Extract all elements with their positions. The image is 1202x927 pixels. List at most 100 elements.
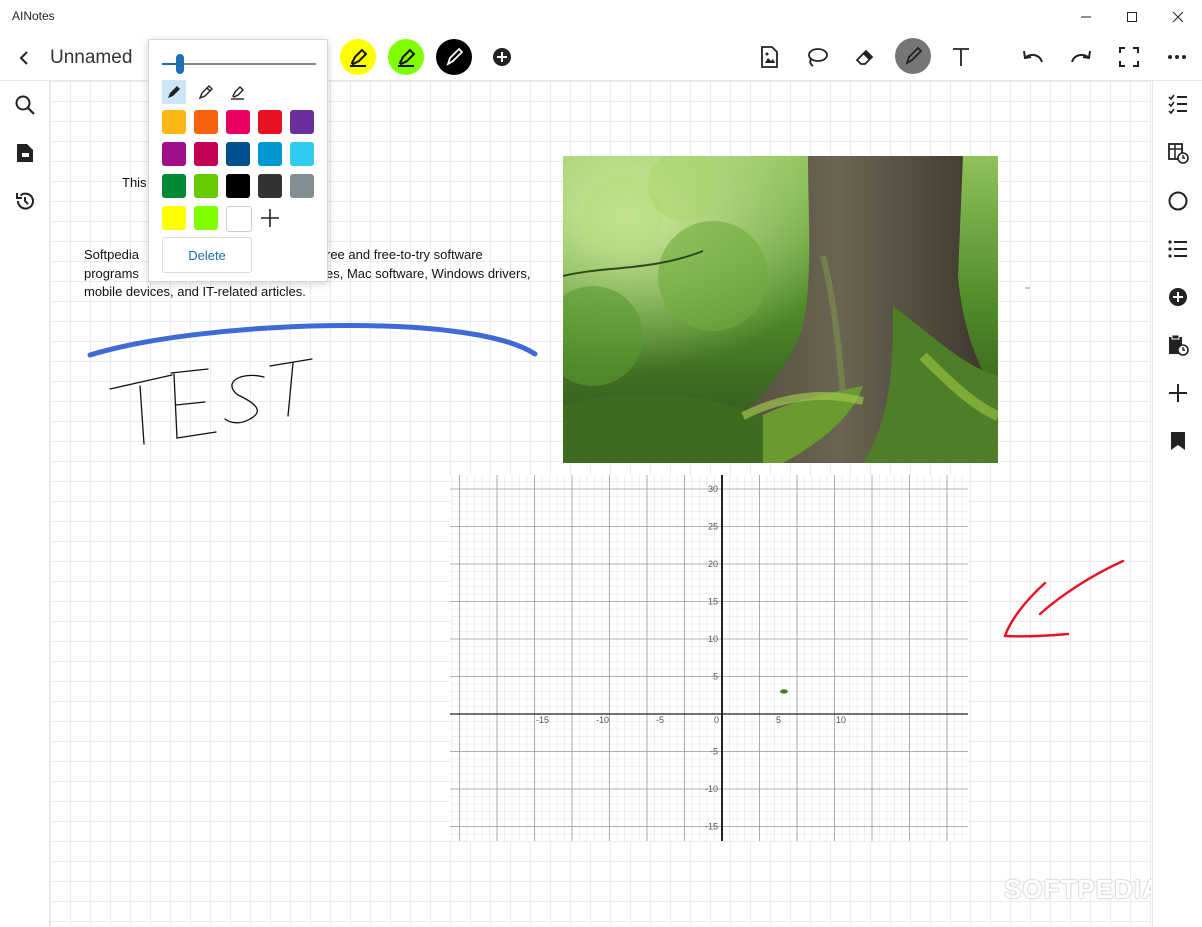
color-swatch[interactable] — [290, 174, 314, 198]
add-color-button[interactable] — [258, 206, 282, 230]
clipboard-button[interactable] — [1164, 331, 1192, 359]
color-swatch[interactable] — [194, 142, 218, 166]
black-pen-button[interactable] — [436, 39, 472, 75]
color-swatch[interactable] — [226, 174, 250, 198]
history-icon — [16, 192, 34, 210]
color-swatch[interactable] — [258, 142, 282, 166]
circle-icon — [1168, 191, 1188, 211]
color-swatch[interactable] — [194, 110, 218, 134]
color-swatch[interactable] — [258, 174, 282, 198]
graph-x-tick-label: -5 — [656, 715, 664, 725]
graph-y-tick-label: 20 — [708, 559, 718, 569]
table-button[interactable] — [1164, 139, 1192, 167]
forest-photo[interactable] — [563, 156, 998, 463]
eraser-button[interactable] — [848, 40, 882, 74]
shape-button[interactable] — [1164, 187, 1192, 215]
color-swatch[interactable] — [162, 142, 186, 166]
blue-ink-arc[interactable] — [87, 322, 538, 358]
graph-y-tick-label: -10 — [705, 784, 718, 794]
files-button[interactable] — [11, 139, 39, 167]
add-circle-button[interactable] — [1164, 283, 1192, 311]
maximize-icon — [1127, 12, 1137, 22]
graph-x-tick-label: 5 — [776, 715, 781, 725]
forest-image — [563, 156, 998, 463]
color-swatch[interactable] — [162, 174, 186, 198]
graph-x-tick-label: 10 — [836, 715, 846, 725]
plus-icon — [1169, 384, 1187, 402]
color-swatch[interactable] — [194, 174, 218, 198]
coordinate-graph[interactable]: 30 25 20 15 10 5 -5 -10 -15 -15 -10 -5 0 5 10 — [450, 475, 968, 841]
more-button[interactable] — [1160, 40, 1194, 74]
clipboard-clock-icon — [1169, 334, 1189, 356]
eraser-icon — [855, 49, 874, 65]
handwritten-test-ink[interactable] — [109, 358, 313, 445]
softpedia-watermark: SOFTPEDIA® — [1004, 874, 1151, 904]
highlighter-icon — [398, 48, 416, 67]
fullscreen-icon — [1119, 47, 1139, 67]
color-swatch[interactable] — [290, 110, 314, 134]
chevron-left-icon — [19, 51, 28, 65]
pen-settings-popup: Delete — [148, 39, 328, 282]
pen-type-highlighter[interactable] — [226, 80, 250, 104]
color-swatch[interactable] — [226, 206, 252, 232]
size-slider[interactable] — [162, 54, 316, 74]
bookmark-icon — [1171, 432, 1185, 450]
document-title[interactable]: Unnamed — [50, 47, 132, 69]
graph-x-tick-label: -15 — [536, 715, 549, 725]
green-highlighter-button[interactable] — [388, 39, 424, 75]
undo-button[interactable] — [1016, 40, 1050, 74]
graph-point[interactable] — [780, 689, 788, 694]
slider-track — [162, 63, 316, 65]
pencil-icon — [198, 85, 213, 100]
pen-type-pencil[interactable] — [194, 80, 218, 104]
app-name: AINotes — [12, 9, 55, 23]
color-swatch[interactable] — [290, 142, 314, 166]
close-icon — [1172, 11, 1184, 23]
color-swatch[interactable] — [258, 110, 282, 134]
graph-x-tick-label: 0 — [714, 715, 719, 725]
folder-icon — [17, 144, 33, 162]
close-button[interactable] — [1155, 0, 1201, 34]
color-swatch[interactable] — [226, 110, 250, 134]
minimize-button[interactable] — [1063, 0, 1109, 34]
yellow-highlighter-button[interactable] — [340, 39, 376, 75]
title-bar: AINotes — [0, 0, 1202, 34]
graph-y-tick-label: 5 — [713, 672, 718, 682]
insert-image-button[interactable] — [752, 40, 786, 74]
graph-y-tick-label: 25 — [708, 522, 718, 532]
back-button[interactable] — [10, 44, 38, 72]
text-button[interactable] — [944, 40, 978, 74]
color-swatch[interactable] — [162, 206, 186, 230]
right-sidebar — [1152, 81, 1202, 927]
minimize-icon — [1081, 16, 1091, 18]
pen-settings-button[interactable] — [895, 38, 931, 74]
highlighter-icon — [231, 86, 244, 100]
search-button[interactable] — [11, 91, 39, 119]
image-file-icon — [761, 46, 778, 68]
graph-svg: 30 25 20 15 10 5 -5 -10 -15 -15 -10 -5 0 5 10 — [450, 475, 968, 841]
color-swatch[interactable] — [194, 206, 218, 230]
bookmark-button[interactable] — [1164, 427, 1192, 455]
slider-thumb[interactable] — [176, 54, 185, 74]
list-icon — [1168, 240, 1187, 258]
graph-y-tick-label: 30 — [708, 484, 718, 494]
checklist-button[interactable] — [1164, 90, 1192, 118]
redo-button[interactable] — [1064, 40, 1098, 74]
list-button[interactable] — [1164, 235, 1192, 263]
graph-y-tick-label: 15 — [708, 597, 718, 607]
fullscreen-button[interactable] — [1112, 40, 1146, 74]
add-pen-button[interactable] — [485, 40, 519, 74]
color-swatch[interactable] — [162, 110, 186, 134]
lasso-button[interactable] — [800, 40, 834, 74]
add-circle-icon — [1169, 288, 1187, 306]
delete-pen-button[interactable]: Delete — [162, 237, 252, 273]
checklist-icon — [1168, 94, 1187, 115]
red-ink-arrow[interactable] — [1003, 559, 1125, 638]
add-button[interactable] — [1164, 379, 1192, 407]
more-icon — [1168, 55, 1186, 59]
search-icon — [15, 95, 35, 115]
pen-type-ballpoint[interactable] — [162, 80, 186, 104]
history-button[interactable] — [11, 187, 39, 215]
color-swatch[interactable] — [226, 142, 250, 166]
maximize-button[interactable] — [1109, 0, 1155, 34]
